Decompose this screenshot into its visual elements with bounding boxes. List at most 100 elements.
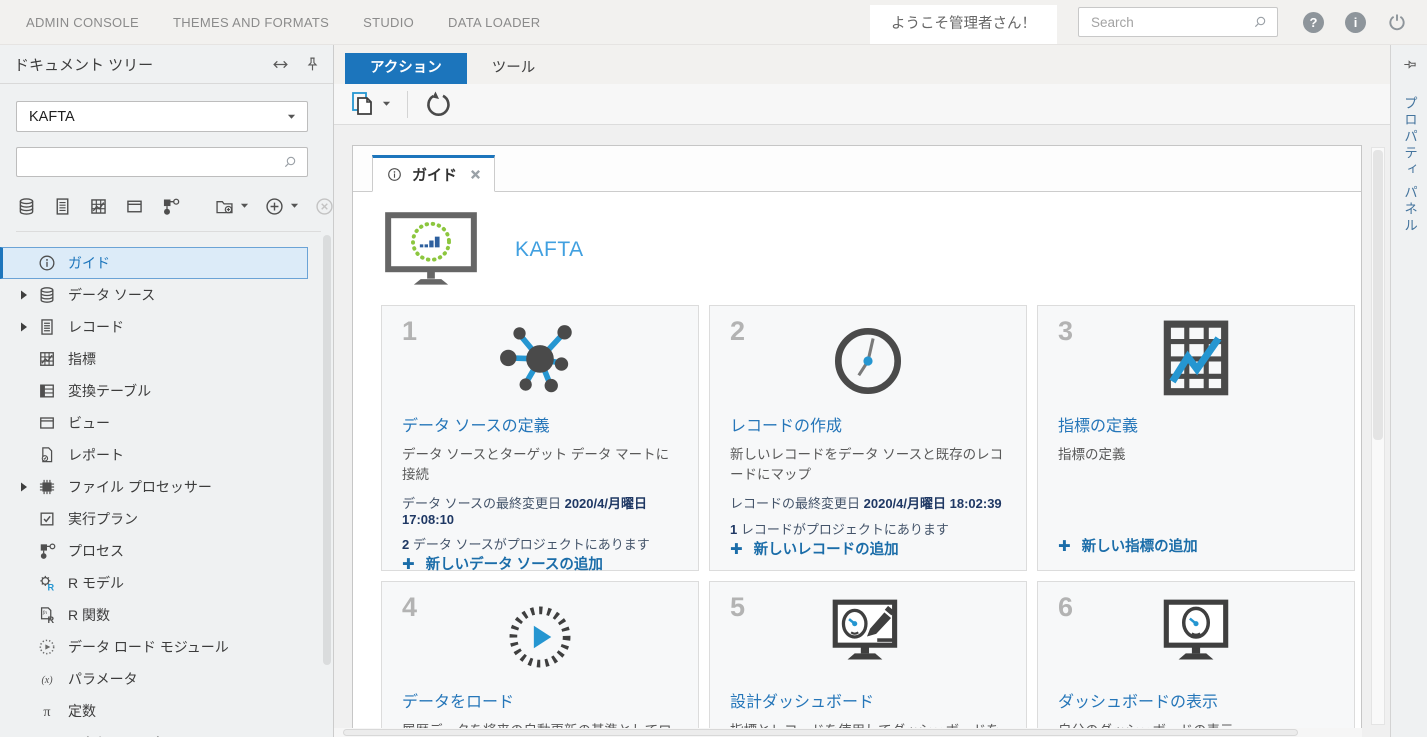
top-menubar: ADMIN CONSOLE THEMES AND FORMATS STUDIO DAT…: [0, 0, 1427, 45]
sidebar-header: ドキュメント ツリー: [0, 45, 333, 84]
copy-document-icon: [349, 90, 377, 118]
chevron-down-icon: [382, 101, 391, 107]
tree-item[interactable]: アクセラレータ: [0, 727, 308, 737]
tree-item[interactable]: パラメータ: [0, 663, 308, 695]
tree-item-icon: [37, 573, 57, 593]
tree-item-label: パラメータ: [68, 669, 138, 689]
expand-caret-icon[interactable]: [20, 322, 37, 332]
tree-item-label: 実行プラン: [68, 509, 138, 529]
new-document-button[interactable]: [349, 90, 391, 118]
tree-item[interactable]: ファイル プロセッサー: [0, 471, 308, 503]
main-panel: アクション ツール ガイド: [334, 45, 1390, 737]
tree-item-label: ガイド: [68, 253, 110, 273]
search-icon[interactable]: [282, 154, 298, 170]
filter-metric-icon[interactable]: [88, 196, 109, 217]
info-icon: [386, 166, 403, 183]
tree-item-label: ファイル プロセッサー: [68, 477, 212, 497]
about-info-icon[interactable]: i: [1345, 12, 1366, 33]
scrollbar-thumb[interactable]: [1373, 150, 1383, 440]
card-step-number: 2: [730, 316, 745, 347]
refresh-button[interactable]: [424, 90, 452, 118]
refresh-icon: [424, 90, 452, 118]
menu-item[interactable]: DATA LOADER: [448, 15, 540, 30]
logout-power-icon[interactable]: [1387, 12, 1407, 32]
tab-guide[interactable]: ガイド: [372, 155, 495, 192]
document-tree-panel: ドキュメント ツリー KAFTA: [0, 45, 334, 737]
tab-actions[interactable]: アクション: [345, 53, 467, 84]
tree-search[interactable]: [16, 147, 308, 177]
tree-item[interactable]: レポート: [0, 439, 308, 471]
scrollbar-thumb[interactable]: [343, 729, 1298, 736]
tree-item-icon: [37, 509, 57, 529]
document-tree: ガイド データ ソース レコード 指標 変換テーブル ビュー レポート ファイル…: [0, 247, 333, 737]
help-icon[interactable]: ?: [1303, 12, 1324, 33]
project-selector[interactable]: KAFTA: [16, 101, 308, 132]
toolbar-divider: [407, 91, 408, 118]
tree-item[interactable]: データ ソース: [0, 279, 308, 311]
menu-item[interactable]: THEMES AND FORMATS: [173, 15, 329, 30]
chevron-down-icon: [287, 114, 296, 120]
tree-item[interactable]: 定数: [0, 695, 308, 727]
menu-item[interactable]: STUDIO: [363, 15, 414, 30]
horizontal-scrollbar[interactable]: [334, 728, 1362, 737]
properties-rail: プロパティ パネル: [1390, 45, 1427, 737]
tree-item[interactable]: 実行プラン: [0, 503, 308, 535]
tab-tools[interactable]: ツール: [467, 53, 561, 84]
card-title-link[interactable]: ダッシュボードの表示: [1058, 688, 1334, 712]
card-step-number: 3: [1058, 316, 1073, 347]
close-icon[interactable]: [470, 169, 481, 180]
tree-item[interactable]: R 関数: [0, 599, 308, 631]
tree-item[interactable]: ガイド: [0, 247, 308, 279]
filter-process-icon[interactable]: [160, 196, 181, 217]
global-search[interactable]: [1078, 7, 1278, 37]
card-add-link[interactable]: ✚ 新しいデータ ソースの追加: [402, 553, 678, 574]
resize-panel-icon[interactable]: [272, 56, 289, 73]
tree-item-icon: [37, 637, 57, 657]
sidebar-scrollbar[interactable]: [323, 235, 331, 665]
card-title-link[interactable]: データ ソースの定義: [402, 412, 678, 436]
tree-item[interactable]: データ ロード モジュール: [0, 631, 308, 663]
vertical-scrollbar[interactable]: [1371, 147, 1385, 725]
tree-item[interactable]: プロセス: [0, 535, 308, 567]
search-input[interactable]: [1091, 15, 1252, 30]
expand-caret-icon[interactable]: [20, 482, 37, 492]
card-add-link[interactable]: ✚ 新しいレコードの追加: [730, 538, 1006, 559]
tree-item-icon: [37, 349, 57, 369]
tree-toolbar: [16, 194, 321, 232]
filter-datasource-icon[interactable]: [16, 196, 37, 217]
filter-view-icon[interactable]: [124, 196, 145, 217]
card-count: 1 レコードがプロジェクトにあります: [730, 519, 1006, 538]
add-item-button[interactable]: [264, 196, 299, 217]
plus-circle-icon: [264, 196, 285, 217]
search-icon[interactable]: [1252, 14, 1268, 30]
card-title-link[interactable]: レコードの作成: [730, 412, 1006, 436]
tree-item-label: 変換テーブル: [68, 381, 151, 401]
card-last-modified: データ ソースの最終変更日 2020/4/月曜日 17:08:10: [402, 493, 678, 527]
card-title-link[interactable]: 設計ダッシュボード: [730, 688, 1006, 712]
expand-caret-icon[interactable]: [20, 290, 37, 300]
tree-item-icon: [37, 381, 57, 401]
tree-item[interactable]: 変換テーブル: [0, 375, 308, 407]
project-header: KAFTA: [383, 210, 1343, 289]
card-step-number: 4: [402, 592, 417, 623]
chevron-down-icon: [240, 203, 249, 209]
card-count: 2 データ ソースがプロジェクトにあります: [402, 534, 678, 553]
delete-item-icon[interactable]: [314, 196, 334, 217]
card-title-link[interactable]: 指標の定義: [1058, 412, 1334, 436]
tree-item[interactable]: ビュー: [0, 407, 308, 439]
card-description: データ ソースとターゲット データ マートに接続: [402, 445, 678, 484]
properties-panel-tab[interactable]: プロパティ パネル: [1399, 96, 1419, 235]
card-title-link[interactable]: データをロード: [402, 688, 678, 712]
new-folder-button[interactable]: [214, 196, 249, 217]
tree-item[interactable]: R モデル: [0, 567, 308, 599]
guide-content: KAFTA 1 データ ソースの定義 データ ソースとターゲット データ マート…: [353, 192, 1361, 730]
tree-item[interactable]: レコード: [0, 311, 308, 343]
pin-panel-icon[interactable]: [304, 56, 321, 73]
guide-cards: 1 データ ソースの定義 データ ソースとターゲット データ マートに接続 デー…: [381, 305, 1343, 730]
menu-item[interactable]: ADMIN CONSOLE: [26, 15, 139, 30]
tree-item[interactable]: 指標: [0, 343, 308, 375]
filter-record-icon[interactable]: [52, 196, 73, 217]
card-add-link[interactable]: ✚ 新しい指標の追加: [1058, 535, 1334, 556]
tree-search-input[interactable]: [26, 155, 282, 170]
pin-panel-icon[interactable]: [1402, 57, 1417, 72]
